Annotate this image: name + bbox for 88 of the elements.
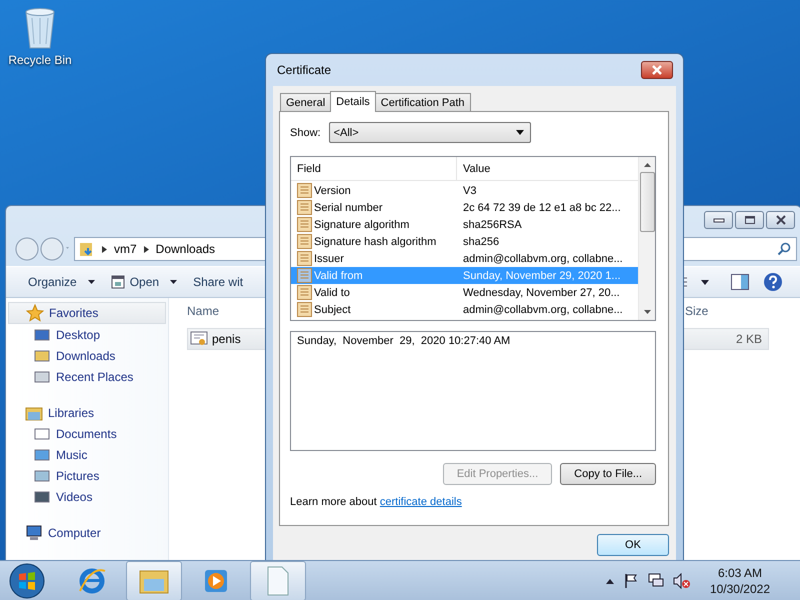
nav-item-icon (34, 468, 50, 484)
minimize-icon (712, 217, 724, 223)
folder-icon (25, 405, 43, 421)
search-icon (777, 242, 791, 256)
show-label: Show: (290, 126, 321, 138)
nav-item-icon (34, 368, 50, 384)
nav-item[interactable]: Music (6, 444, 168, 465)
field-row[interactable]: Version V3 (291, 182, 638, 199)
tab[interactable]: General (280, 93, 332, 111)
close-button[interactable] (641, 61, 673, 79)
caret-icon[interactable] (701, 280, 709, 284)
maximize-button[interactable] (735, 211, 764, 229)
desktop-icon-label[interactable]: Recycle Bin (8, 53, 72, 67)
toolbar-button[interactable]: Share wit (185, 270, 252, 294)
downloads-folder-icon (79, 241, 95, 257)
star-icon (26, 304, 44, 322)
field-row[interactable]: Signature hash algorithm sha256 (291, 233, 638, 250)
column-header[interactable]: Size (685, 304, 800, 318)
browser-icon (77, 566, 107, 596)
certificate-field-icon (297, 268, 312, 283)
field-row[interactable]: Serial number 2c 64 72 39 de 12 e1 a8 bc 22... (291, 199, 638, 216)
certificate-field-icon (297, 285, 312, 300)
tab[interactable]: Certification Path (374, 93, 471, 111)
muted-speaker-icon[interactable] (672, 573, 691, 589)
certificate-field-icon (297, 200, 312, 215)
close-icon (650, 65, 664, 75)
scroll-down-icon[interactable] (644, 310, 650, 314)
show-dropdown[interactable]: <All> (328, 122, 531, 143)
column-header[interactable]: Value (457, 162, 638, 174)
media-player-icon (202, 567, 230, 595)
nav-item-icon (34, 348, 50, 364)
column-header[interactable]: Field (291, 157, 457, 180)
caret-icon (170, 280, 178, 284)
ok-button[interactable]: OK (597, 534, 669, 556)
toolbar-button[interactable]: Open (102, 270, 186, 294)
network-icon[interactable] (648, 573, 664, 589)
scrollbar[interactable] (638, 157, 655, 320)
learn-more-text: Learn more about (290, 496, 377, 508)
computer-icon (25, 525, 43, 541)
dialog-button[interactable]: Copy to File... (560, 463, 656, 485)
field-row[interactable]: Subject admin@collabvm.org, collabne... (291, 301, 638, 318)
nav-item-icon (34, 488, 50, 504)
nav-group[interactable]: Computer (8, 523, 166, 543)
open-icon (110, 275, 125, 289)
scroll-up-icon[interactable] (644, 163, 650, 167)
start-button-icon[interactable] (8, 562, 46, 600)
preview-pane-icon[interactable] (731, 274, 749, 290)
tab[interactable]: Details (330, 91, 376, 112)
nav-group[interactable]: Favorites (8, 302, 166, 324)
nav-item[interactable]: Recent Places (6, 366, 168, 387)
show-hidden-icons-icon[interactable] (606, 578, 614, 584)
field-row[interactable]: Issuer admin@collabvm.org, collabne... (291, 250, 638, 267)
field-row[interactable]: Signature algorithm sha256RSA (291, 216, 638, 233)
toolbar-button[interactable]: Organize (20, 270, 103, 294)
certificate-field-icon (297, 183, 312, 198)
value-text-box[interactable]: Sunday, November 29, 2020 10:27:40 AM (290, 331, 656, 451)
nav-item[interactable]: Pictures (6, 465, 168, 486)
certificate-field-icon (297, 302, 312, 317)
breadcrumb-arrow-icon[interactable] (102, 246, 107, 252)
nav-item-icon (34, 446, 50, 462)
dropdown-arrow-icon (516, 130, 524, 135)
certificate-field-icon (297, 251, 312, 266)
breadcrumb[interactable]: vm7 (114, 242, 137, 256)
nav-item[interactable]: Videos (6, 486, 168, 507)
breadcrumb[interactable]: Downloads (156, 242, 216, 256)
certificate-field-icon (297, 234, 312, 249)
nav-item-icon (34, 426, 50, 442)
maximize-icon (744, 215, 756, 225)
clock[interactable]: 6:03 AM 10/30/2022 (710, 565, 770, 597)
caret-icon (88, 280, 95, 284)
minimize-button[interactable] (704, 211, 733, 229)
close-button[interactable] (766, 211, 795, 229)
close-icon (774, 215, 786, 225)
window-title: Certificate (277, 63, 332, 77)
nav-item[interactable]: Documents (6, 423, 168, 444)
certificate-file-icon (190, 331, 208, 347)
breadcrumb-arrow-icon[interactable] (144, 246, 149, 252)
nav-item-icon (34, 326, 50, 342)
certificate-field-icon (297, 217, 312, 232)
nav-group[interactable]: Libraries (8, 403, 166, 423)
flag-icon[interactable] (622, 573, 639, 589)
taskbar-button[interactable] (126, 561, 182, 600)
certificate-details-link[interactable]: certificate details (380, 496, 462, 508)
nav-item[interactable]: Desktop (6, 324, 168, 345)
field-row[interactable]: Valid to Wednesday, November 27, 20... (291, 284, 638, 301)
help-icon[interactable] (763, 272, 783, 292)
nav-item[interactable]: Downloads (6, 345, 168, 366)
document-icon (266, 566, 290, 596)
